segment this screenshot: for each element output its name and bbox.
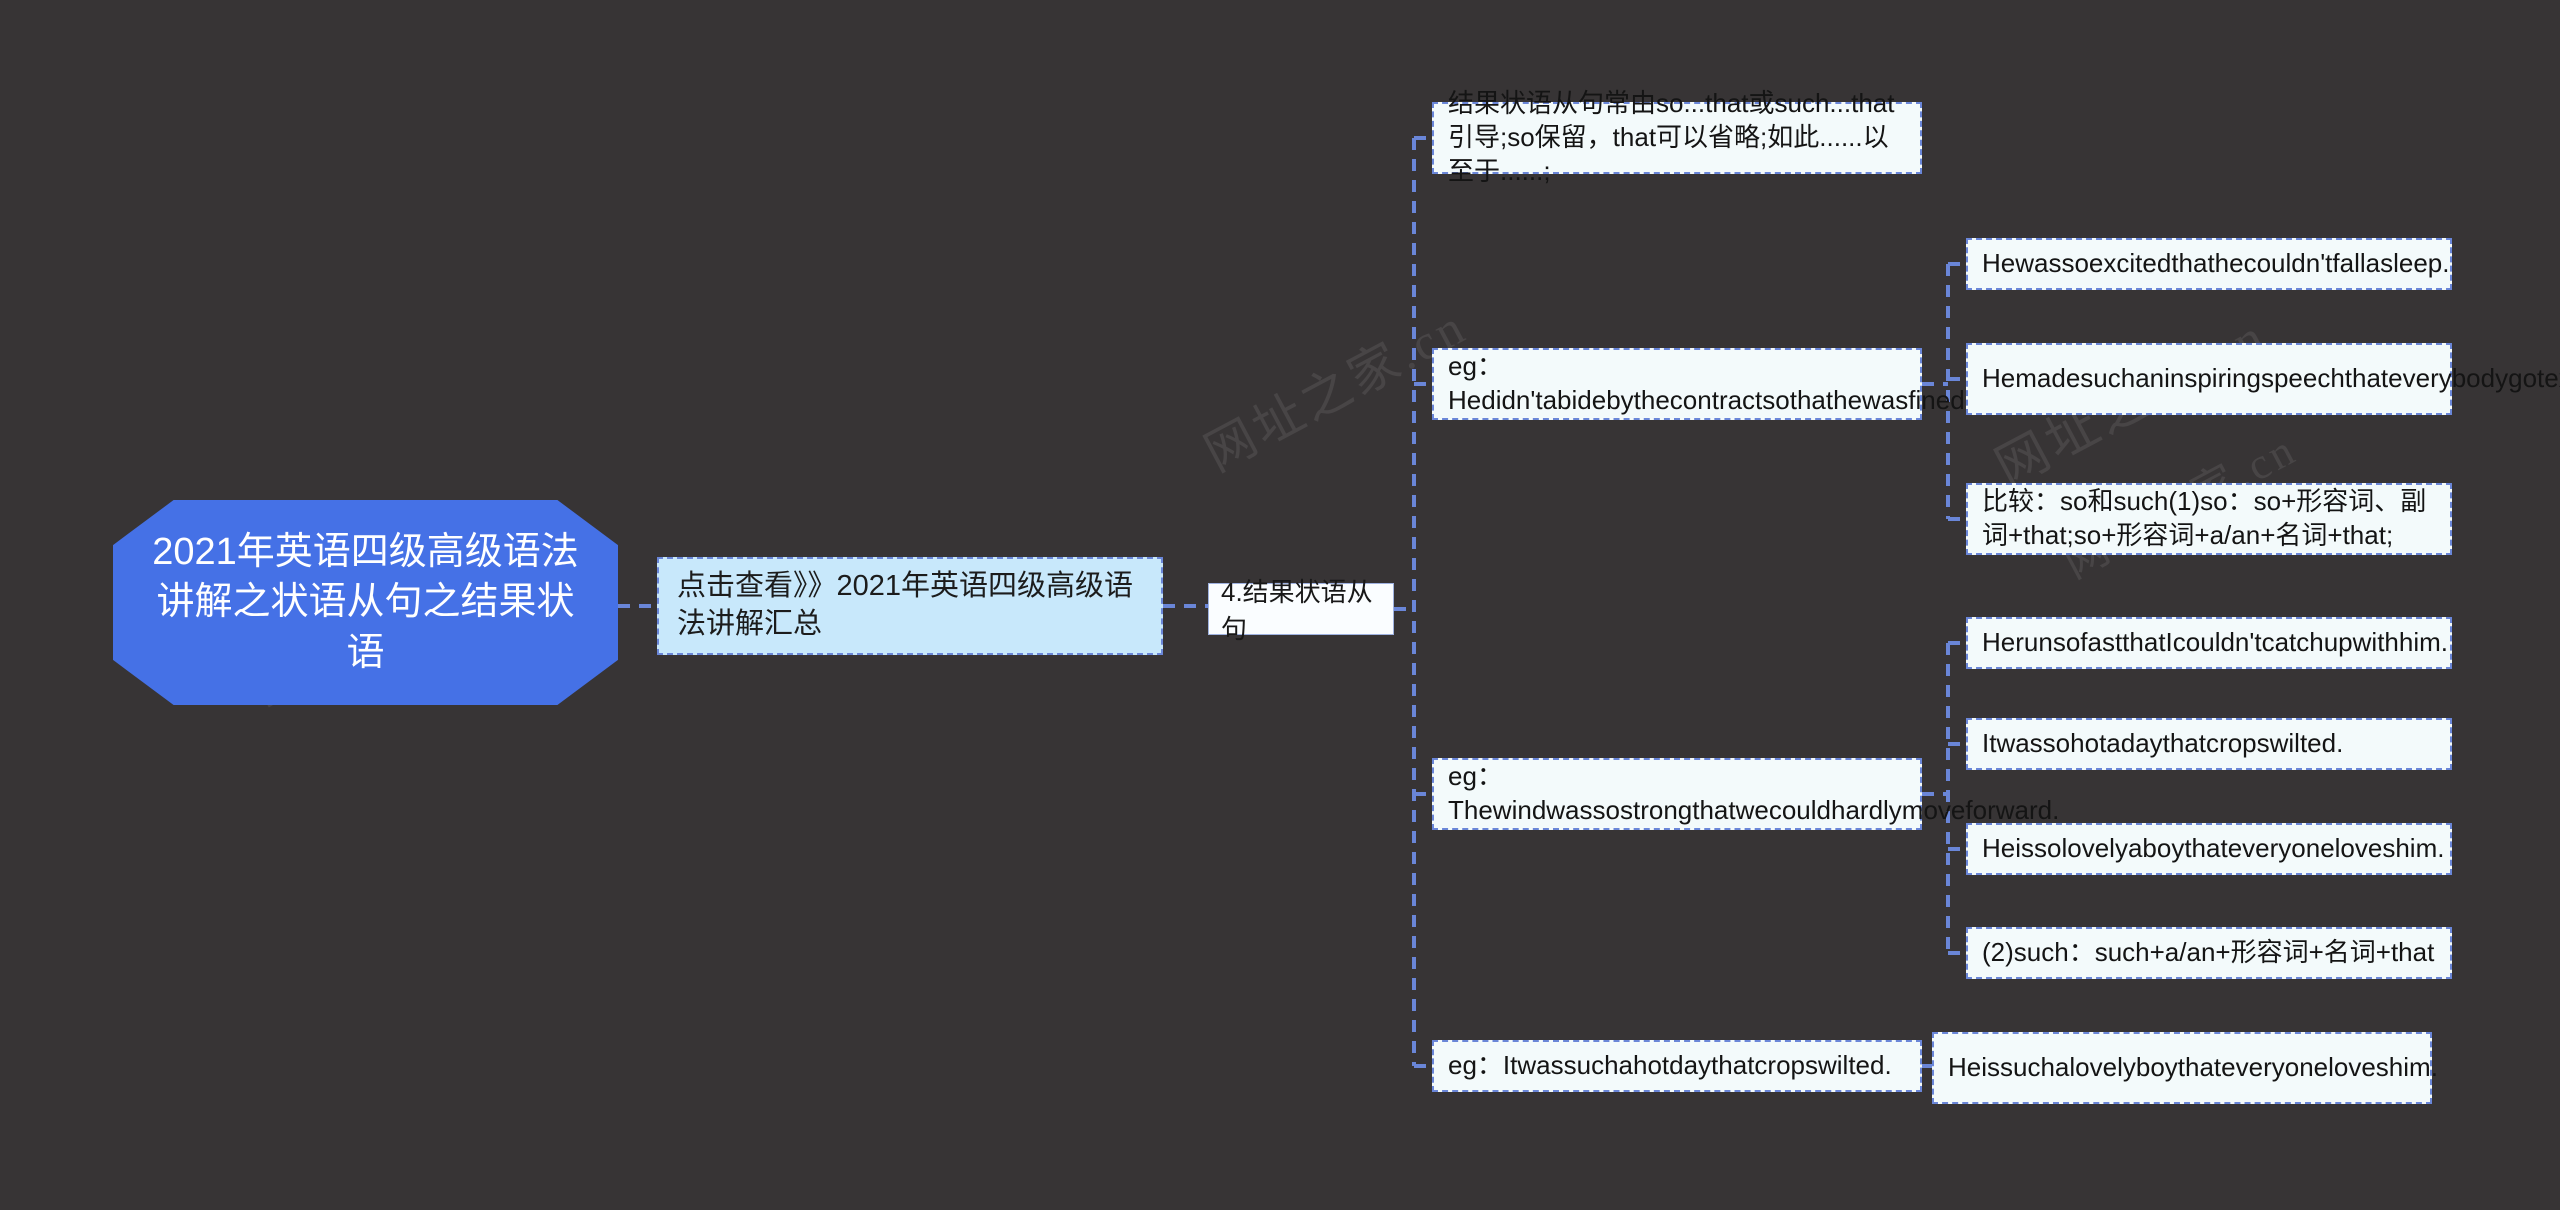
mindmap-node-summary-link[interactable]: 点击查看》》2021年英语四级高级语法讲解汇总 [657, 557, 1163, 655]
mindmap-node-topic[interactable]: 4.结果状语从句 [1208, 577, 1394, 644]
mindmap-leaf-2-2[interactable]: Itwassohotadaythatcropswilted. [1966, 718, 2452, 770]
mindmap-node-example-1[interactable]: eg：Hedidn'tabidebythecontractsothathewas… [1432, 348, 1972, 420]
root-label-line-1: 2021年英语四级高级语法 [152, 531, 579, 574]
root-label-line-2: 讲解之状语从句之结果状 [156, 581, 575, 624]
mindmap-node-example-3[interactable]: eg：Itwassuchahotdaythatcropswilted. [1432, 1040, 1922, 1092]
mindmap-leaf-2-3[interactable]: Heissolovelyaboythateveryoneloveshim. [1966, 823, 2452, 875]
mindmap-node-example-2[interactable]: eg：Thewindwassostrongthatwecouldhardlymo… [1432, 758, 2059, 830]
mindmap-leaf-2-1[interactable]: HerunsofastthatIcouldn'tcatchupwithhim. [1966, 617, 2452, 669]
mindmap-root-node[interactable]: 2021年英语四级高级语法 讲解之状语从句之结果状 语 [113, 500, 618, 705]
mindmap-leaf-1-1[interactable]: Hewassoexcitedthathecouldn'tfallasleep. [1966, 238, 2452, 290]
root-label-line-3: 语 [346, 631, 385, 674]
mindmap-leaf-1-3[interactable]: 比较：so和such(1)so：so+形容词、副词+that;so+形容词+a/… [1966, 483, 2452, 555]
mindmap-leaf-1-2[interactable]: Hemadesuchaninspiringspeechthateverybody… [1966, 343, 2560, 415]
mindmap-leaf-3-1[interactable]: Heissuchalovelyboythateveryoneloveshim. [1932, 1032, 2438, 1104]
mindmap-node-definition[interactable]: 结果状语从句常由so...that或such...that引导;so保留，tha… [1432, 88, 1922, 186]
mindmap-leaf-2-4[interactable]: (2)such：such+a/an+形容词+名词+that [1966, 927, 2452, 979]
root-label-block: 2021年英语四级高级语法 讲解之状语从句之结果状 语 [152, 527, 579, 677]
